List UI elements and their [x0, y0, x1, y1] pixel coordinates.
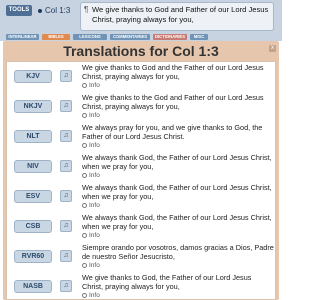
translation-text: We always pray for you, and we give than…	[82, 123, 274, 151]
translation-row: RVR60 ♫ Siempre orando por vosotros, dam…	[7, 242, 275, 272]
audio-icon[interactable]: ♫	[60, 220, 72, 232]
verse-translation: We give thanks to God and the Father of …	[82, 63, 264, 81]
tab-commentaries[interactable]: COMMENTARIES	[110, 34, 150, 40]
info-icon	[82, 262, 87, 268]
info-icon	[82, 172, 87, 178]
translation-row: ESV ♫ We always thank God, the Father of…	[7, 182, 275, 212]
audio-icon[interactable]: ♫	[60, 280, 72, 292]
audio-icon[interactable]: ♫	[60, 160, 72, 172]
tab-lexicons[interactable]: LEXICONS	[73, 34, 107, 40]
version-button[interactable]: NIV	[14, 160, 52, 173]
translations-panel: Translations for Col 1:3 x KJV ♫ We give…	[3, 41, 279, 300]
info-icon	[82, 142, 87, 148]
bullet-icon	[38, 8, 42, 13]
verse-translation: We always thank God, the Father of our L…	[82, 153, 272, 171]
info-link[interactable]: Info	[82, 262, 100, 269]
verse-reference[interactable]: Col 1:3	[38, 6, 70, 15]
close-icon[interactable]: x	[269, 45, 276, 52]
verse-translation: Siempre orando por vosotros, damos graci…	[82, 243, 274, 261]
info-link[interactable]: Info	[82, 142, 100, 149]
info-icon	[82, 112, 87, 118]
info-icon	[82, 82, 87, 88]
tab-bibles[interactable]: BIBLES	[42, 34, 70, 40]
info-icon	[82, 202, 87, 208]
tab-interlinear[interactable]: INTERLINEAR	[6, 34, 39, 40]
verse-translation: We give thanks to the God and Father of …	[82, 93, 264, 111]
translation-text: We always thank God, the Father of our L…	[82, 183, 274, 211]
top-bar: TOOLS Col 1:3 ¶ We give thanks to God an…	[0, 0, 282, 33]
verse-text-box: ¶ We give thanks to God and Father of ou…	[80, 2, 274, 31]
audio-icon[interactable]: ♫	[60, 70, 72, 82]
translation-row: NLT ♫ We always pray for you, and we giv…	[7, 122, 275, 152]
verse-translation: We give thanks to God, the Father of our…	[82, 273, 252, 291]
translation-row: CSB ♫ We always thank God, the Father of…	[7, 212, 275, 242]
verse-reference-label: Col 1:3	[45, 6, 71, 15]
translations-list[interactable]: KJV ♫ We give thanks to God and the Fath…	[6, 61, 276, 300]
version-button[interactable]: RVR60	[14, 250, 52, 263]
translation-text: We always thank God, the Father of our L…	[82, 153, 274, 181]
verse-translation: We always pray for you, and we give than…	[82, 123, 263, 141]
info-icon	[82, 292, 87, 298]
translation-text: We give thanks to the God and Father of …	[82, 93, 274, 121]
tab-bar: INTERLINEAR BIBLES LEXICONS COMMENTARIES…	[0, 33, 282, 41]
verse-translation: We always thank God, the Father of our L…	[82, 213, 272, 231]
tools-button[interactable]: TOOLS	[6, 5, 32, 16]
info-link[interactable]: Info	[82, 202, 100, 209]
tab-misc[interactable]: MISC	[190, 34, 208, 40]
info-link[interactable]: Info	[82, 292, 100, 299]
audio-icon[interactable]: ♫	[60, 130, 72, 142]
translation-text: We give thanks to God, the Father of our…	[82, 273, 274, 300]
translation-row: KJV ♫ We give thanks to God and the Fath…	[7, 62, 275, 92]
translation-text: We give thanks to God and the Father of …	[82, 63, 274, 91]
translation-row: NKJV ♫ We give thanks to the God and Fat…	[7, 92, 275, 122]
audio-icon[interactable]: ♫	[60, 190, 72, 202]
audio-icon[interactable]: ♫	[60, 250, 72, 262]
tab-dictionaries[interactable]: DICTIONARIES	[153, 34, 187, 40]
translation-text: We always thank God, the Father of our L…	[82, 213, 274, 241]
version-button[interactable]: NASB	[14, 280, 52, 293]
info-icon	[82, 232, 87, 238]
version-button[interactable]: ESV	[14, 190, 52, 203]
panel-title: Translations for Col 1:3	[63, 43, 219, 59]
translation-text: Siempre orando por vosotros, damos graci…	[82, 243, 274, 271]
quote-icon: ¶	[84, 5, 89, 14]
info-link[interactable]: Info	[82, 232, 100, 239]
info-link[interactable]: Info	[82, 172, 100, 179]
audio-icon[interactable]: ♫	[60, 100, 72, 112]
version-button[interactable]: KJV	[14, 70, 52, 83]
version-button[interactable]: CSB	[14, 220, 52, 233]
verse-translation: We always thank God, the Father of our L…	[82, 183, 272, 201]
translation-row: NIV ♫ We always thank God, the Father of…	[7, 152, 275, 182]
verse-text: We give thanks to God and Father of our …	[92, 5, 269, 24]
version-button[interactable]: NLT	[14, 130, 52, 143]
translation-row: NASB ♫ We give thanks to God, the Father…	[7, 272, 275, 300]
info-link[interactable]: Info	[82, 112, 100, 119]
version-button[interactable]: NKJV	[14, 100, 52, 113]
info-link[interactable]: Info	[82, 82, 100, 89]
